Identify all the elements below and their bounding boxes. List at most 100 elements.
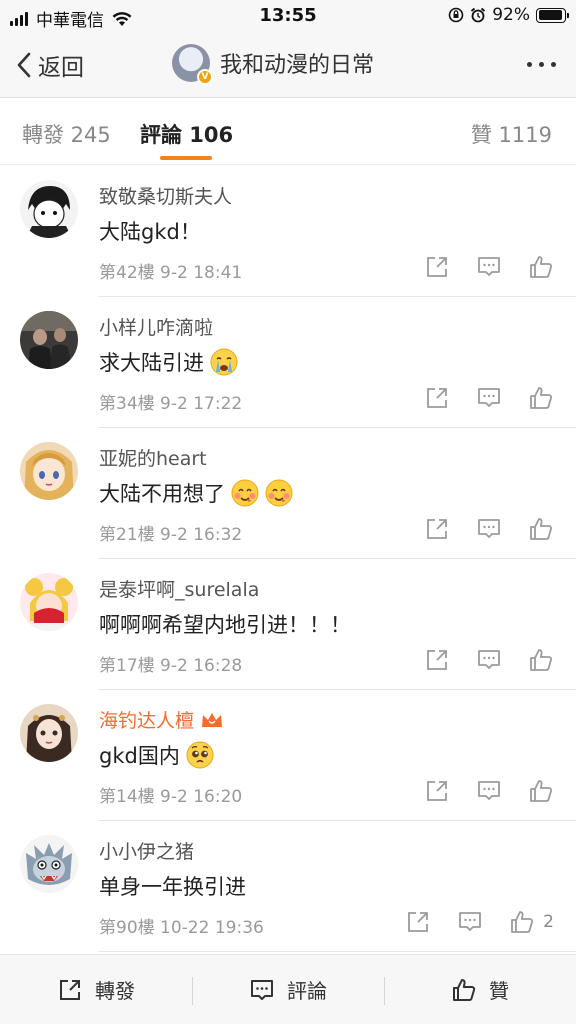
alarm-icon (471, 7, 486, 23)
reply-icon[interactable] (476, 647, 502, 673)
repost-label: 轉發 (95, 979, 135, 1003)
verified-badge: V (197, 69, 213, 85)
nav-bar: 返回 V 我和动漫的日常 (0, 32, 576, 98)
comment-actions (398, 647, 554, 673)
comment-item: 亚妮的heart 大陆不用想了 第21樓 9-2 16:32 (0, 428, 576, 559)
share-icon[interactable] (424, 516, 450, 542)
more-icon[interactable] (520, 62, 556, 67)
commenter-name[interactable]: 亚妮的heart (99, 444, 207, 471)
chevron-left-icon (17, 52, 31, 78)
doll-avatar[interactable] (20, 704, 78, 762)
tab-likes[interactable]: 贊 1119 (471, 119, 552, 149)
reply-icon[interactable] (476, 254, 502, 280)
commenter-name[interactable]: 是泰坪啊_surelala (99, 575, 259, 602)
comment-text: 求大陆引进 (99, 347, 238, 377)
reply-icon[interactable] (457, 909, 483, 935)
share-icon[interactable] (424, 778, 450, 804)
commenter-name[interactable]: 海钓达人檀 (99, 706, 224, 733)
commenter-name[interactable]: 致敬桑切斯夫人 (99, 182, 232, 209)
sailor-moon-avatar[interactable] (20, 573, 78, 631)
comment-text-content: gkd国内 (99, 744, 180, 768)
commenter-name-text: 小样儿咋滴啦 (99, 317, 214, 339)
thumbs-up-icon[interactable] (528, 516, 554, 542)
like-label: 贊 (489, 979, 509, 1003)
commenter-name-text: 海钓达人檀 (99, 710, 195, 732)
reply-icon[interactable] (476, 778, 502, 804)
thumbs-up-icon (453, 978, 476, 1001)
commenter-name-text: 致敬桑切斯夫人 (99, 186, 233, 208)
thumbs-up-icon[interactable] (509, 909, 535, 935)
comment-text-content: 求大陆引进 (99, 351, 204, 375)
thumbs-up-icon[interactable] (528, 778, 554, 804)
share-icon[interactable] (424, 385, 450, 411)
comment-text: 啊啊啊希望内地引进！！！ (99, 609, 351, 639)
comment-actions (398, 516, 554, 542)
comment-actions (398, 385, 554, 411)
pleading-face-emoji (186, 741, 214, 769)
thumbs-up-icon[interactable] (528, 385, 554, 411)
comment-body: 小小伊之猪 单身一年换引进 第90樓 10-22 19:36 2 (99, 821, 576, 952)
back-label: 返回 (38, 55, 84, 81)
dark-photo-avatar[interactable] (20, 311, 78, 369)
comment-text: 单身一年换引进 (99, 871, 246, 901)
comment-item: 小小伊之猪 单身一年换引进 第90樓 10-22 19:36 2 (0, 821, 576, 952)
comment-body: 小样儿咋滴啦 求大陆引进 第34樓 9-2 17:22 (99, 297, 576, 428)
comment-body: 亚妮的heart 大陆不用想了 第21樓 9-2 16:32 (99, 428, 576, 559)
share-icon[interactable] (424, 254, 450, 280)
thumbs-up-icon[interactable] (528, 254, 554, 280)
comment-icon (251, 979, 273, 1000)
comment-meta: 第17樓 9-2 16:28 (99, 656, 243, 676)
repost-button[interactable]: 轉發 (0, 955, 192, 1024)
comment-actions (398, 254, 554, 280)
hungry-face-emoji (265, 479, 293, 507)
reply-icon[interactable] (476, 516, 502, 542)
comment-item: 致敬桑切斯夫人 大陆gkd！ 第42樓 9-2 18:41 (0, 166, 576, 297)
comment-body: 海钓达人檀 gkd国内 第14樓 9-2 16:20 (99, 690, 576, 821)
hungry-face-emoji (231, 479, 259, 507)
comment-text-content: 啊啊啊希望内地引进！！！ (99, 613, 351, 637)
like-button[interactable]: 贊 (384, 955, 576, 1024)
status-bar: 中華電信 13:55 92% (0, 0, 576, 32)
commenter-name-text: 亚妮的heart (99, 448, 207, 470)
back-button[interactable]: 返回 (16, 48, 84, 82)
tab-comments[interactable]: 評論 106 (140, 119, 233, 149)
comment-text: 大陆gkd！ (99, 216, 201, 246)
active-tab-indicator (160, 156, 212, 160)
battery-percent: 92% (492, 5, 530, 25)
comment-meta: 第42樓 9-2 18:41 (99, 263, 243, 283)
commenter-name-text: 小小伊之猪 (99, 841, 195, 863)
commenter-name-text: 是泰坪啊_surelala (99, 579, 260, 601)
anime-girl-avatar[interactable] (20, 442, 78, 500)
boy-anime-avatar[interactable] (20, 180, 78, 238)
page-title: 我和动漫的日常 (220, 53, 375, 78)
share-icon[interactable] (424, 647, 450, 673)
nav-profile[interactable]: V 我和动漫的日常 (172, 44, 375, 85)
crying-face-emoji (210, 348, 238, 376)
comment-item: 小样儿咋滴啦 求大陆引进 第34樓 9-2 17:22 (0, 297, 576, 428)
reply-icon[interactable] (476, 385, 502, 411)
account-avatar: V (172, 44, 213, 85)
comment-actions (398, 778, 554, 804)
bottom-action-bar: 轉發 評論 贊 (0, 954, 576, 1024)
comment-text: 大陆不用想了 (99, 478, 293, 508)
tab-bar: 轉發 245 評論 106 贊 1119 (0, 99, 576, 165)
comment-body: 致敬桑切斯夫人 大陆gkd！ 第42樓 9-2 18:41 (99, 166, 576, 297)
comment-body: 是泰坪啊_surelala 啊啊啊希望内地引进！！！ 第17樓 9-2 16:2… (99, 559, 576, 690)
share-icon (60, 979, 80, 1000)
comment-list: 致敬桑切斯夫人 大陆gkd！ 第42樓 9-2 18:41 小样儿咋滴啦 求大陆… (0, 166, 576, 952)
share-icon[interactable] (405, 909, 431, 935)
boar-mask-avatar[interactable] (20, 835, 78, 893)
like-count: 2 (543, 912, 554, 932)
comment-text-content: 大陆gkd！ (99, 220, 201, 244)
comment-meta: 第90樓 10-22 19:36 (99, 918, 264, 938)
commenter-name[interactable]: 小样儿咋滴啦 (99, 313, 213, 340)
commenter-name[interactable]: 小小伊之猪 (99, 837, 194, 864)
comment-button[interactable]: 評論 (192, 955, 384, 1024)
status-right: 92% (448, 5, 569, 25)
battery-level (538, 10, 562, 20)
tab-repost[interactable]: 轉發 245 (22, 119, 111, 149)
thumbs-up-icon[interactable] (528, 647, 554, 673)
comment-meta: 第21樓 9-2 16:32 (99, 525, 243, 545)
comment-text-content: 单身一年换引进 (99, 875, 246, 899)
crown-badge-icon (202, 713, 223, 727)
